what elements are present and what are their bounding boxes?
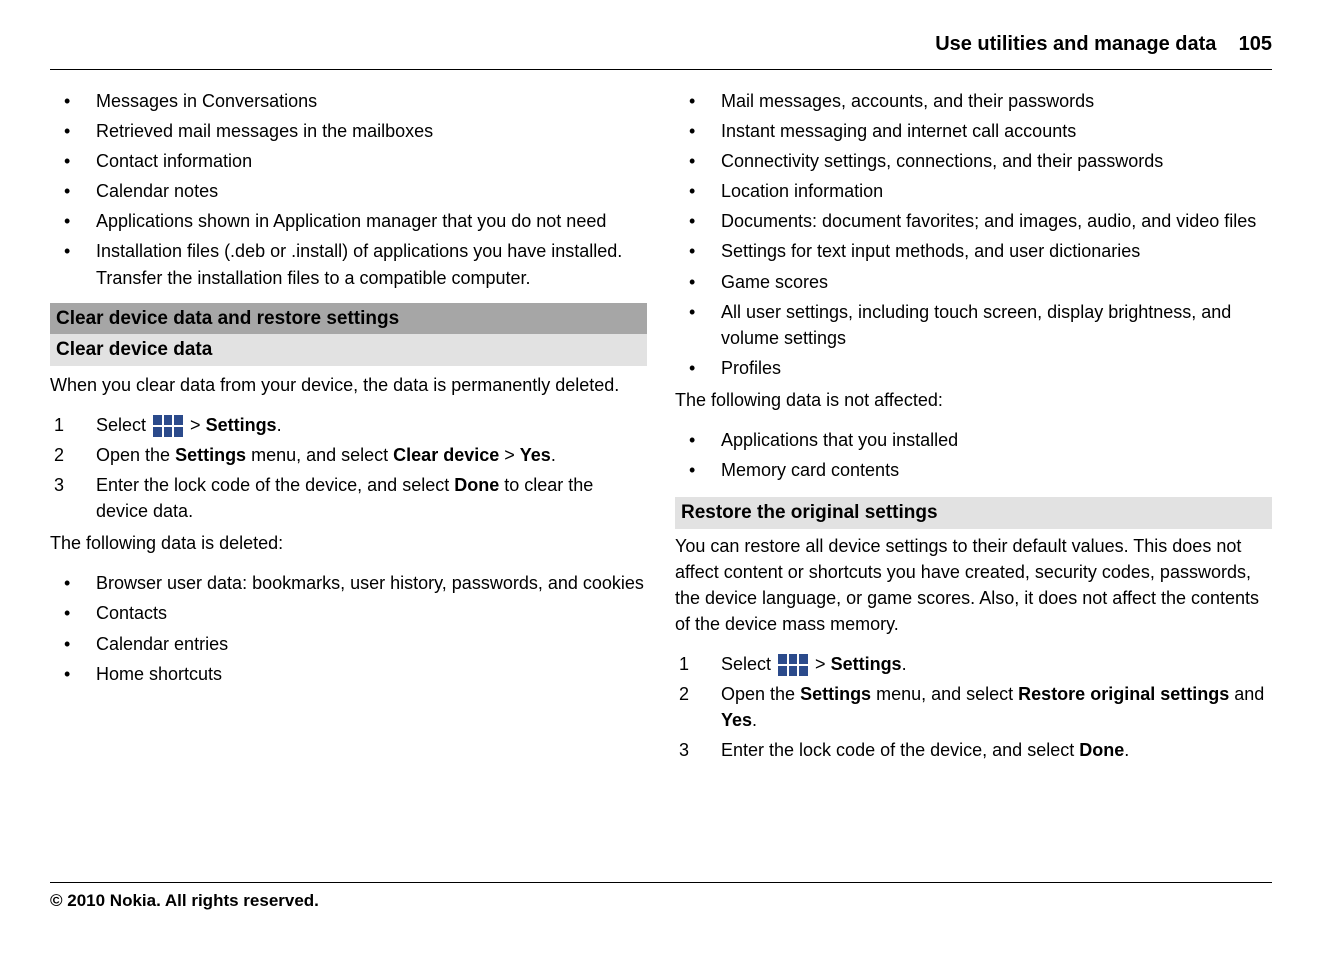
step-text: Open the xyxy=(96,445,175,465)
list-item: Contact information xyxy=(50,148,647,174)
step-text: Enter the lock code of the device, and s… xyxy=(721,740,1079,760)
heading-clear-restore: Clear device data and restore settings xyxy=(50,303,647,335)
clear-intro: When you clear data from your device, th… xyxy=(50,372,647,398)
step-text: > xyxy=(499,445,520,465)
bullet-list: Applications that you installed Memory c… xyxy=(675,427,1272,483)
page-header: Use utilities and manage data 105 xyxy=(50,30,1272,70)
bullet-list: Messages in Conversations Retrieved mail… xyxy=(50,88,647,291)
step-item: Enter the lock code of the device, and s… xyxy=(675,737,1272,763)
list-item: Applications shown in Application manage… xyxy=(50,208,647,234)
app-grid-icon xyxy=(778,654,808,676)
step-bold: Restore original settings xyxy=(1018,684,1229,704)
section-title: Use utilities and manage data xyxy=(935,33,1216,55)
list-item: Retrieved mail messages in the mailboxes xyxy=(50,118,647,144)
footer-copyright: © 2010 Nokia. All rights reserved. xyxy=(50,882,1272,914)
step-bold: Settings xyxy=(206,415,277,435)
step-bold: Yes xyxy=(520,445,551,465)
step-item: Open the Settings menu, and select Resto… xyxy=(675,681,1272,733)
list-item: Game scores xyxy=(675,269,1272,295)
step-bold: Done xyxy=(454,475,499,495)
step-bold: Settings xyxy=(831,654,902,674)
steps-list: Select > Settings. Open the Settings men… xyxy=(675,651,1272,763)
step-text: menu, and select xyxy=(871,684,1018,704)
heading-clear-data: Clear device data xyxy=(50,334,647,366)
bullet-list: Mail messages, accounts, and their passw… xyxy=(675,88,1272,381)
bullet-list: Browser user data: bookmarks, user histo… xyxy=(50,570,647,686)
list-item: Calendar notes xyxy=(50,178,647,204)
restore-intro: You can restore all device settings to t… xyxy=(675,533,1272,637)
list-item: Calendar entries xyxy=(50,631,647,657)
list-item: Home shortcuts xyxy=(50,661,647,687)
step-bold: Done xyxy=(1079,740,1124,760)
page-number: 105 xyxy=(1239,33,1272,55)
step-text: Enter the lock code of the device, and s… xyxy=(96,475,454,495)
step-item: Select > Settings. xyxy=(675,651,1272,677)
list-item: Memory card contents xyxy=(675,457,1272,483)
steps-list: Select > Settings. Open the Settings men… xyxy=(50,412,647,524)
heading-restore: Restore the original settings xyxy=(675,497,1272,529)
step-bold: Yes xyxy=(721,710,752,730)
step-text: . xyxy=(551,445,556,465)
step-text: Open the xyxy=(721,684,800,704)
list-item: Connectivity settings, connections, and … xyxy=(675,148,1272,174)
list-item: Applications that you installed xyxy=(675,427,1272,453)
list-item: Mail messages, accounts, and their passw… xyxy=(675,88,1272,114)
step-text: . xyxy=(277,415,282,435)
step-item: Open the Settings menu, and select Clear… xyxy=(50,442,647,468)
list-item: Browser user data: bookmarks, user histo… xyxy=(50,570,647,596)
app-grid-icon xyxy=(153,415,183,437)
step-text: Select xyxy=(721,654,776,674)
step-item: Enter the lock code of the device, and s… xyxy=(50,472,647,524)
step-text: . xyxy=(902,654,907,674)
step-text: and xyxy=(1229,684,1264,704)
list-item: Contacts xyxy=(50,600,647,626)
deleted-intro: The following data is deleted: xyxy=(50,530,647,556)
not-affected-intro: The following data is not affected: xyxy=(675,387,1272,413)
list-item: Location information xyxy=(675,178,1272,204)
left-column: Messages in Conversations Retrieved mail… xyxy=(50,88,647,768)
step-bold: Clear device xyxy=(393,445,499,465)
step-text: . xyxy=(1124,740,1129,760)
step-bold: Settings xyxy=(175,445,246,465)
list-item: Installation files (.deb or .install) of… xyxy=(50,238,647,290)
step-text: > xyxy=(815,654,831,674)
list-item: Instant messaging and internet call acco… xyxy=(675,118,1272,144)
step-bold: Settings xyxy=(800,684,871,704)
step-text: menu, and select xyxy=(246,445,393,465)
right-column: Mail messages, accounts, and their passw… xyxy=(675,88,1272,768)
step-text: Select xyxy=(96,415,151,435)
list-item: Documents: document favorites; and image… xyxy=(675,208,1272,234)
list-item: Profiles xyxy=(675,355,1272,381)
list-item: Settings for text input methods, and use… xyxy=(675,238,1272,264)
step-item: Select > Settings. xyxy=(50,412,647,438)
list-item: All user settings, including touch scree… xyxy=(675,299,1272,351)
step-text: > xyxy=(190,415,206,435)
list-item: Messages in Conversations xyxy=(50,88,647,114)
step-text: . xyxy=(752,710,757,730)
